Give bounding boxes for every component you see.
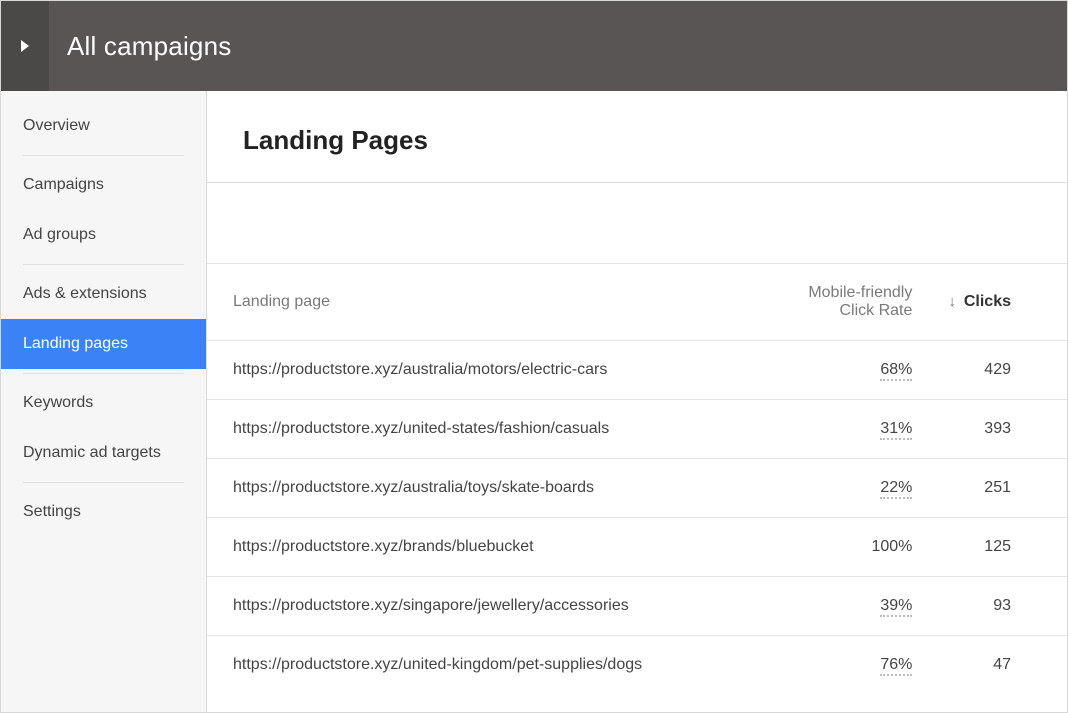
cell-url: https://productstore.xyz/united-states/f… <box>207 400 763 459</box>
col-header-rate-line2: Click Rate <box>839 302 912 319</box>
spacer <box>207 183 1067 263</box>
cell-clicks: 125 <box>930 518 1067 577</box>
cell-rate: 22% <box>763 459 930 518</box>
sidebar-item-dynamic-ad-targets[interactable]: Dynamic ad targets <box>1 428 206 478</box>
table-header-row: Landing page Mobile-friendly Click Rate … <box>207 264 1067 341</box>
table-row[interactable]: https://productstore.xyz/singapore/jewel… <box>207 577 1067 636</box>
cell-url: https://productstore.xyz/australia/motor… <box>207 341 763 400</box>
cell-clicks: 393 <box>930 400 1067 459</box>
main-content: Landing Pages Landing page Mobile-friend… <box>207 91 1067 712</box>
divider <box>23 373 184 374</box>
breadcrumb-title: All campaigns <box>49 31 231 62</box>
page-title: Landing Pages <box>207 91 1067 182</box>
table-row[interactable]: https://productstore.xyz/australia/motor… <box>207 341 1067 400</box>
col-header-landing-page[interactable]: Landing page <box>207 264 763 341</box>
sidebar-item-ad-groups[interactable]: Ad groups <box>1 210 206 260</box>
table-row[interactable]: https://productstore.xyz/australia/toys/… <box>207 459 1067 518</box>
sidebar-item-campaigns[interactable]: Campaigns <box>1 160 206 210</box>
cell-rate: 39% <box>763 577 930 636</box>
table-row[interactable]: https://productstore.xyz/united-kingdom/… <box>207 636 1067 695</box>
sidebar-item-landing-pages[interactable]: Landing pages <box>1 319 206 369</box>
cell-rate: 100% <box>763 518 930 577</box>
cell-url: https://productstore.xyz/australia/toys/… <box>207 459 763 518</box>
col-header-clicks[interactable]: ↓ Clicks <box>930 264 1067 341</box>
col-header-rate-line1: Mobile-friendly <box>808 284 912 301</box>
divider <box>23 482 184 483</box>
cell-url: https://productstore.xyz/united-kingdom/… <box>207 636 763 695</box>
divider <box>23 264 184 265</box>
sidebar-item-overview[interactable]: Overview <box>1 101 206 151</box>
sidebar-item-ads-extensions[interactable]: Ads & extensions <box>1 269 206 319</box>
col-header-clicks-label: Clicks <box>964 293 1011 310</box>
arrow-down-icon: ↓ <box>948 293 956 310</box>
cell-url: https://productstore.xyz/brands/bluebuck… <box>207 518 763 577</box>
sidebar-item-settings[interactable]: Settings <box>1 487 206 537</box>
cell-rate: 68% <box>763 341 930 400</box>
cell-clicks: 251 <box>930 459 1067 518</box>
topbar: All campaigns <box>1 1 1067 91</box>
cell-url: https://productstore.xyz/singapore/jewel… <box>207 577 763 636</box>
cell-clicks: 93 <box>930 577 1067 636</box>
table-row[interactable]: https://productstore.xyz/brands/bluebuck… <box>207 518 1067 577</box>
sidebar-item-keywords[interactable]: Keywords <box>1 378 206 428</box>
table-row[interactable]: https://productstore.xyz/united-states/f… <box>207 400 1067 459</box>
col-header-mobile-rate[interactable]: Mobile-friendly Click Rate <box>763 264 930 341</box>
expand-nav-button[interactable] <box>1 1 49 91</box>
cell-clicks: 429 <box>930 341 1067 400</box>
cell-clicks: 47 <box>930 636 1067 695</box>
cell-rate: 31% <box>763 400 930 459</box>
chevron-right-icon <box>21 40 29 52</box>
landing-pages-table: Landing page Mobile-friendly Click Rate … <box>207 263 1067 694</box>
divider <box>23 155 184 156</box>
cell-rate: 76% <box>763 636 930 695</box>
sidebar: Overview Campaigns Ad groups Ads & exten… <box>1 91 207 712</box>
